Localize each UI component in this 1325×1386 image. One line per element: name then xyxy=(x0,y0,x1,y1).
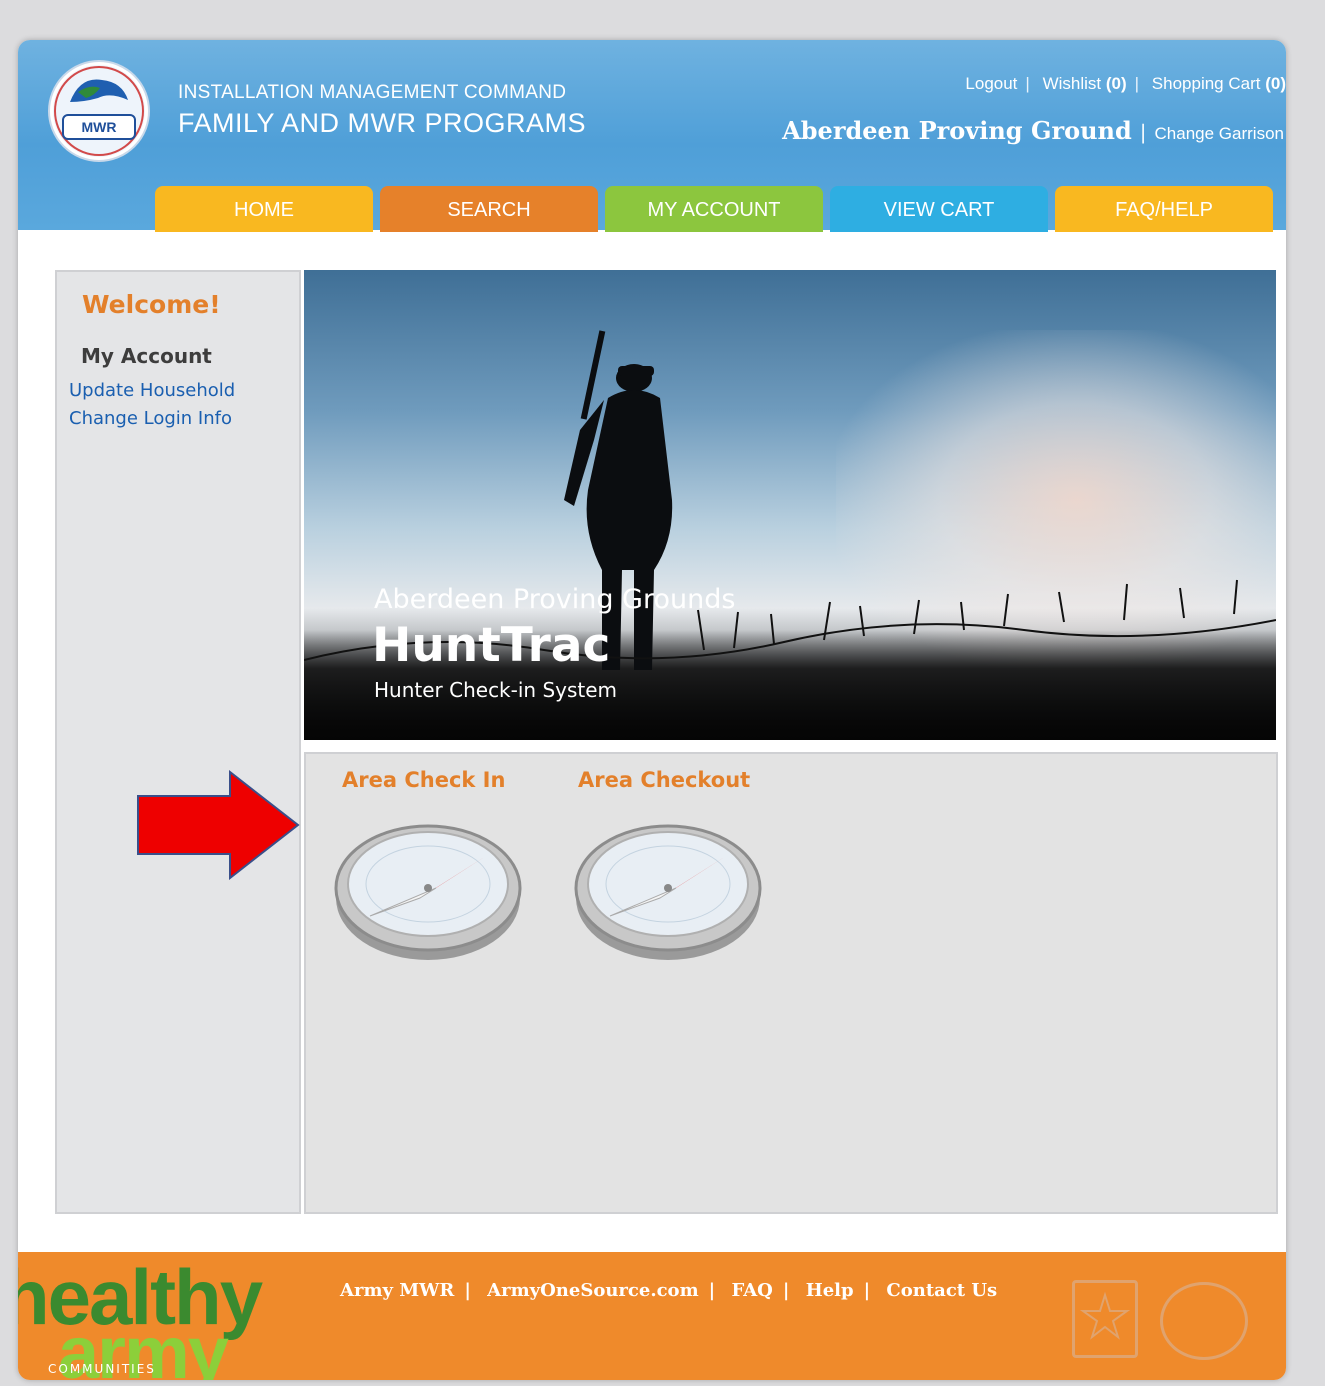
tab-search[interactable]: SEARCH xyxy=(380,186,598,232)
red-arrow-icon xyxy=(137,770,300,880)
banner-tagline: Hunter Check-in System xyxy=(374,678,618,702)
footer-link-armyonesource[interactable]: ArmyOneSource.com xyxy=(487,1280,698,1301)
tab-view-cart[interactable]: VIEW CART xyxy=(830,186,1048,232)
footer: healthy army COMMUNITIES Army MWR | ArmyO… xyxy=(18,1252,1286,1380)
healthy-army-logo-word3: COMMUNITIES xyxy=(48,1362,156,1376)
logout-link[interactable]: Logout xyxy=(965,74,1017,93)
page-frame: MWR INSTALLATION MANAGEMENT COMMAND FAMI… xyxy=(18,40,1286,1380)
footer-link-faq[interactable]: FAQ xyxy=(731,1280,772,1301)
banner-title: HuntTrac xyxy=(372,618,611,673)
tab-home[interactable]: HOME xyxy=(155,186,373,232)
footer-link-help[interactable]: Help xyxy=(806,1280,854,1301)
header: MWR INSTALLATION MANAGEMENT COMMAND FAMI… xyxy=(18,40,1286,232)
footer-link-army-mwr[interactable]: Army MWR xyxy=(340,1280,454,1301)
wishlist-link[interactable]: Wishlist (0) xyxy=(1043,74,1127,93)
my-account-heading: My Account xyxy=(81,344,212,368)
hunttrac-banner: Aberdeen Proving Grounds HuntTrac Hunter… xyxy=(304,270,1276,740)
change-login-info-link[interactable]: Change Login Info xyxy=(69,408,232,429)
org-line-1: INSTALLATION MANAGEMENT COMMAND xyxy=(178,82,567,103)
tab-my-account[interactable]: MY ACCOUNT xyxy=(605,186,823,232)
main-nav: HOME SEARCH MY ACCOUNT VIEW CART FAQ/HEL… xyxy=(155,186,1279,232)
org-line-2: FAMILY AND MWR PROGRAMS xyxy=(178,108,587,138)
sidebar: Welcome! My Account Update Household Cha… xyxy=(55,270,301,1214)
update-household-link[interactable]: Update Household xyxy=(69,380,235,401)
globe-icon xyxy=(53,65,145,157)
area-check-in-compass-icon[interactable] xyxy=(330,806,526,966)
shopping-cart-link[interactable]: Shopping Cart (0) xyxy=(1152,74,1286,93)
mwr-logo-text: MWR xyxy=(62,114,136,140)
banner-subtitle: Aberdeen Proving Grounds xyxy=(374,584,736,615)
army-star-logo-icon xyxy=(1072,1280,1138,1358)
change-garrison-link[interactable]: Change Garrison xyxy=(1155,124,1284,143)
top-links: Logout | Wishlist (0) | Shopping Cart (0) xyxy=(965,74,1286,93)
garrison-line: Aberdeen Proving Ground | Change Garrison xyxy=(782,116,1284,145)
welcome-heading: Welcome! xyxy=(82,290,221,319)
wishlist-label: Wishlist xyxy=(1042,74,1102,93)
cart-count: (0) xyxy=(1265,74,1286,93)
footer-links: Army MWR | ArmyOneSource.com | FAQ | Help | … xyxy=(340,1280,998,1301)
actions-panel: Area Check In Area Checkout xyxy=(304,752,1278,1214)
garrison-name: Aberdeen Proving Ground xyxy=(782,116,1132,145)
army-seal-icon xyxy=(1160,1282,1248,1360)
area-checkout-compass-icon[interactable] xyxy=(570,806,766,966)
tab-faq-help[interactable]: FAQ/HELP xyxy=(1055,186,1273,232)
area-check-in-label[interactable]: Area Check In xyxy=(342,768,505,792)
wishlist-count: (0) xyxy=(1105,74,1127,93)
area-checkout-label[interactable]: Area Checkout xyxy=(578,768,750,792)
footer-link-contact-us[interactable]: Contact Us xyxy=(886,1280,997,1301)
cart-label: Shopping Cart xyxy=(1151,74,1261,93)
mwr-logo[interactable]: MWR xyxy=(48,60,150,162)
